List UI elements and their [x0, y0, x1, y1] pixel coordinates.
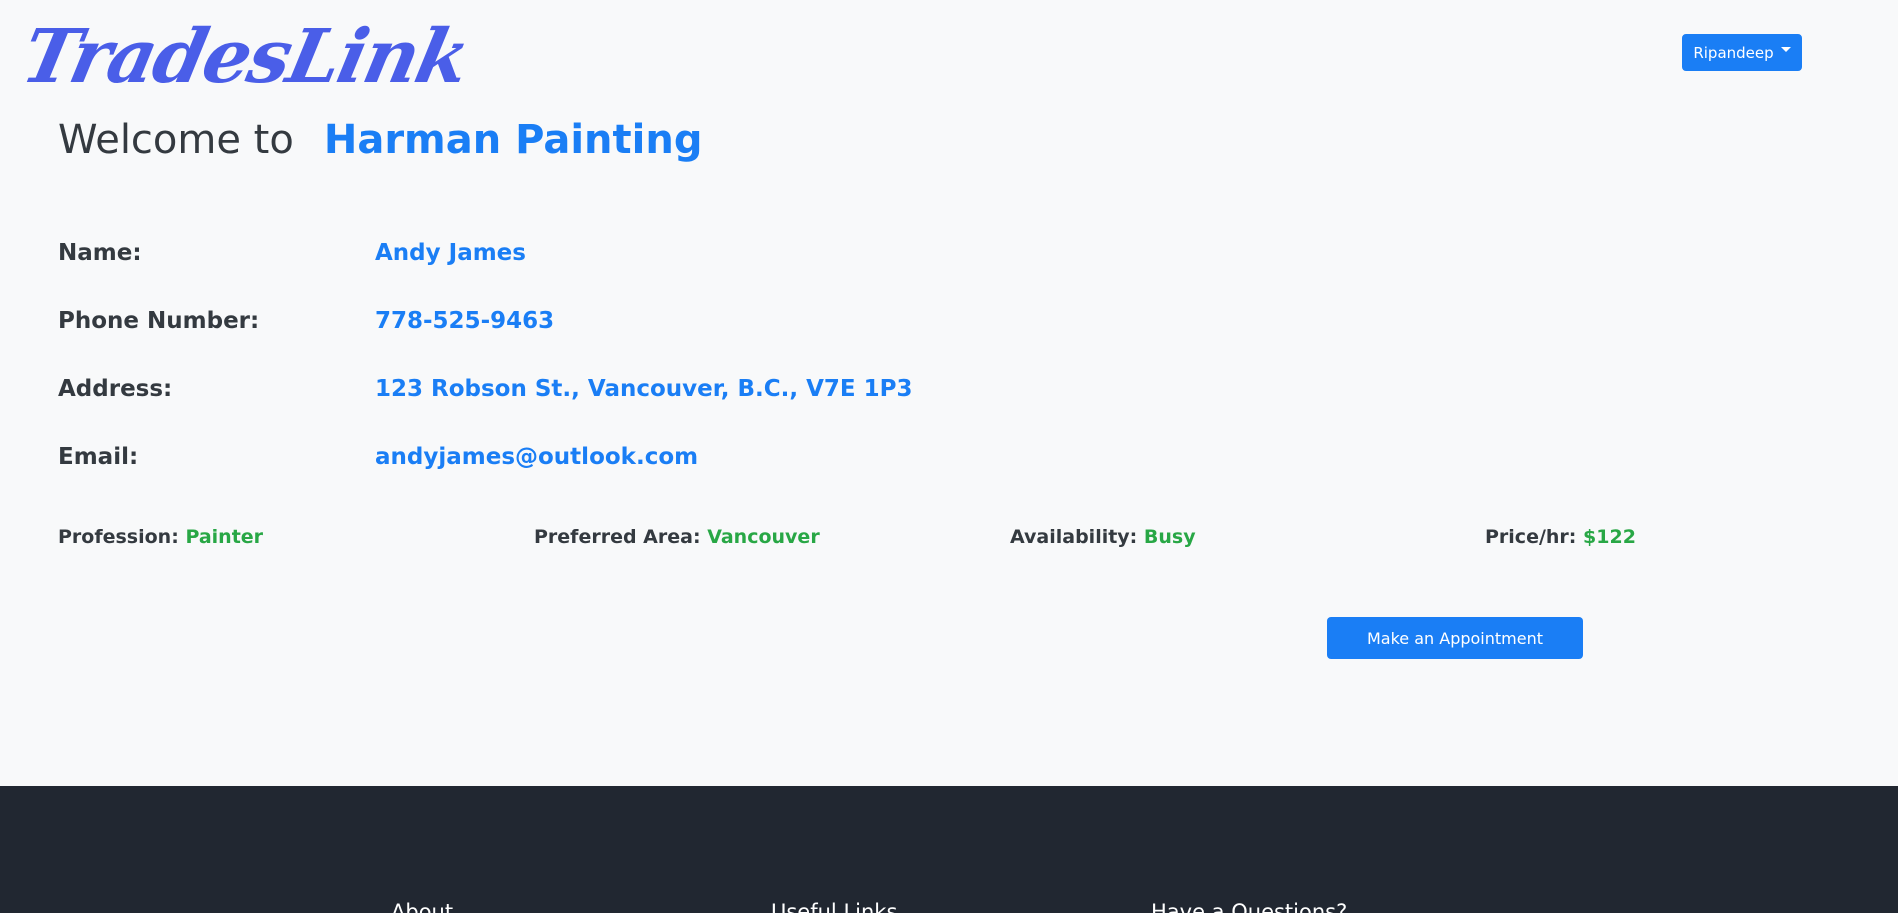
preferred-area-field: Preferred Area: Vancouver	[534, 524, 820, 550]
make-appointment-button[interactable]: Make an Appointment	[1327, 617, 1583, 659]
user-menu-label: Ripandeep	[1693, 43, 1774, 62]
welcome-lead: Welcome to	[58, 117, 294, 163]
tradeslink-logo[interactable]: TradesLink	[15, 14, 476, 100]
availability-label: Availability:	[1010, 526, 1138, 548]
site-footer: About Useful Links Have a Questions?	[0, 786, 1898, 913]
phone-value: 778-525-9463	[375, 308, 555, 334]
address-value: 123 Robson St., Vancouver, B.C., V7E 1P3	[375, 376, 913, 402]
price-field: Price/hr: $122	[1485, 524, 1636, 550]
profession-label: Profession:	[58, 526, 179, 548]
availability-field: Availability: Busy	[1010, 524, 1196, 550]
profession-field: Profession: Painter	[58, 524, 263, 550]
address-label: Address:	[58, 376, 173, 402]
business-name: Harman Painting	[323, 117, 703, 163]
email-value: andyjames@outlook.com	[375, 444, 699, 470]
footer-heading-about: About	[391, 900, 454, 913]
page-body: TradesLink Ripandeep Welcome to Harman Pa…	[0, 0, 1898, 786]
price-value: $122	[1583, 526, 1636, 548]
profession-value: Painter	[185, 526, 264, 548]
user-menu-dropdown-button[interactable]: Ripandeep	[1682, 34, 1802, 71]
name-label: Name:	[58, 240, 142, 266]
availability-value: Busy	[1143, 526, 1196, 548]
page-title: Welcome to Harman Painting	[58, 114, 702, 166]
footer-heading-useful-links: Useful Links	[771, 900, 898, 913]
email-label: Email:	[58, 444, 139, 470]
preferred-area-label: Preferred Area:	[534, 526, 701, 548]
name-value: Andy James	[375, 240, 526, 266]
preferred-area-value: Vancouver	[707, 526, 820, 548]
caret-down-icon	[1780, 47, 1791, 52]
price-label: Price/hr:	[1485, 526, 1577, 548]
footer-heading-questions: Have a Questions?	[1151, 900, 1348, 913]
phone-label: Phone Number:	[58, 308, 260, 334]
